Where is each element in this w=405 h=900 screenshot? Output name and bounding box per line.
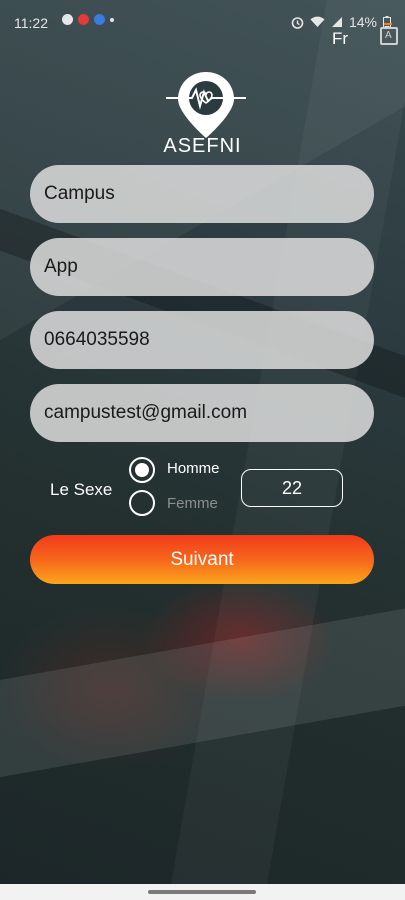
- first-name-input[interactable]: Campus: [30, 165, 374, 223]
- alarm-icon: [291, 16, 304, 29]
- battery-percent: 14%: [348, 14, 377, 30]
- status-icons-right: 14%: [291, 14, 391, 30]
- signal-icon: [331, 17, 342, 27]
- age-input[interactable]: 22: [241, 469, 343, 507]
- radio-femme[interactable]: [129, 490, 155, 516]
- sex-label: Le Sexe: [50, 480, 113, 499]
- app-icon: [78, 14, 89, 25]
- phone-input[interactable]: 0664035598: [30, 311, 374, 369]
- radio-homme[interactable]: [129, 457, 155, 483]
- status-time: 11:22: [14, 15, 48, 31]
- status-icons-left: [62, 14, 114, 25]
- location-pin-heartbeat-icon: [166, 72, 246, 138]
- radio-label-femme[interactable]: Femme: [167, 495, 218, 512]
- radio-label-homme[interactable]: Homme: [167, 460, 220, 477]
- messenger-icon: [94, 14, 105, 25]
- dot-icon: [110, 17, 114, 22]
- snapchat-icon: [62, 14, 73, 25]
- brand-name: ASEFNI: [163, 135, 242, 157]
- translate-icon[interactable]: A: [380, 23, 398, 45]
- navigation-bar: [0, 884, 405, 900]
- last-name-input[interactable]: App: [30, 238, 374, 296]
- language-toggle[interactable]: Fr: [332, 29, 348, 49]
- next-button[interactable]: Suivant: [30, 535, 374, 584]
- home-handle[interactable]: [148, 890, 256, 894]
- email-input[interactable]: campustest@gmail.com: [30, 384, 374, 442]
- wifi-icon: [310, 16, 325, 27]
